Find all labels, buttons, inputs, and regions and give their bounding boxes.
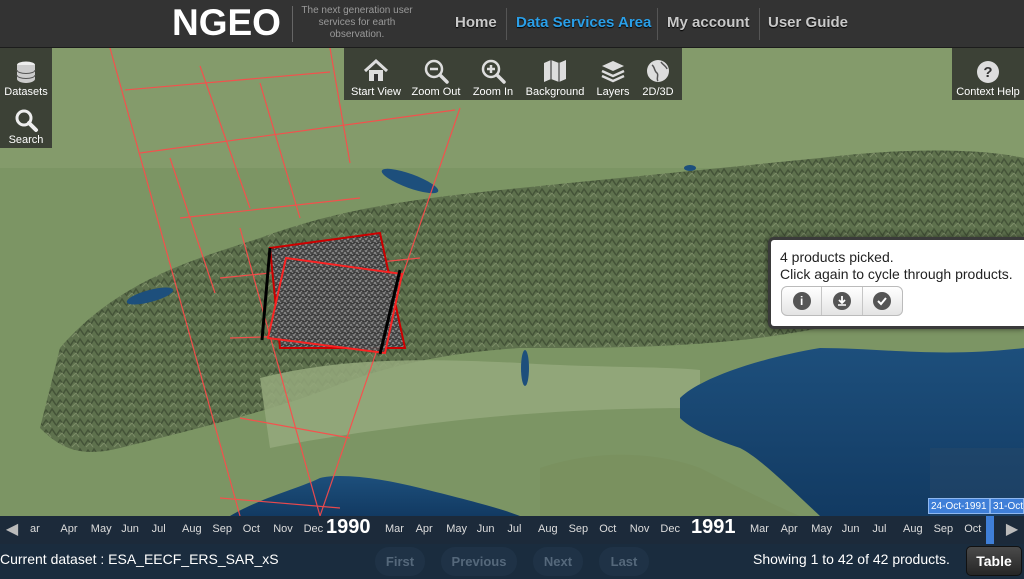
timeline-month-label: Jun xyxy=(476,523,495,535)
status-footer: Current dataset : ESA_EECF_ERS_SAR_xS Fi… xyxy=(0,544,1024,579)
background-label: Background xyxy=(525,86,585,98)
app-tagline: The next generation user services for ea… xyxy=(301,5,413,40)
layers-label: Layers xyxy=(596,86,630,98)
info-icon: i xyxy=(792,292,811,310)
popup-message-count: 4 products picked. xyxy=(780,249,894,265)
product-info-button[interactable]: i xyxy=(782,287,823,315)
timeline-year-1991: 1991 xyxy=(691,516,736,538)
pager-last-button[interactable]: Last xyxy=(599,547,649,576)
products-picked-popup: 4 products picked. Click again to cycle … xyxy=(768,237,1024,329)
timeline-month-label: Mar xyxy=(385,523,404,535)
layers-button[interactable]: Layers xyxy=(592,48,634,100)
search-button[interactable]: Search xyxy=(0,100,52,148)
2d-3d-label: 2D/3D xyxy=(642,86,674,98)
timeline-month-label: Apr xyxy=(60,523,78,535)
timeline-month-label: Aug xyxy=(182,523,202,535)
timeline-month-label: Aug xyxy=(538,523,558,535)
zoom-in-label: Zoom In xyxy=(472,86,514,98)
timeline-month-label: Mar xyxy=(750,523,769,535)
zoom-out-label: Zoom Out xyxy=(411,86,461,98)
context-help-label: Context Help xyxy=(956,86,1020,98)
home-icon xyxy=(363,58,389,81)
timeline-month-label: May xyxy=(811,523,832,535)
timeline-month-label: Oct xyxy=(964,523,982,535)
timeline-month-label: Jun xyxy=(841,523,860,535)
timeline-month-label: Oct xyxy=(599,523,617,535)
timeline-month-label: Sep xyxy=(212,523,232,535)
product-download-button[interactable] xyxy=(822,287,863,315)
timeline-month-label: Sep xyxy=(933,523,954,535)
layers-icon xyxy=(601,61,625,83)
timeline-month-label: Jul xyxy=(872,523,887,535)
search-label: Search xyxy=(8,134,44,146)
database-icon xyxy=(16,61,36,83)
lake-small xyxy=(684,165,696,171)
nav-divider xyxy=(657,8,658,40)
timeline-selection[interactable] xyxy=(986,516,994,544)
timeline-month-label: Apr xyxy=(780,523,798,535)
zoom-in-button[interactable]: Zoom In xyxy=(470,48,516,100)
timeline-month-label: Nov xyxy=(273,523,293,535)
nav-divider xyxy=(759,8,760,40)
pager-next-button[interactable]: Next xyxy=(533,547,583,576)
context-help-button[interactable]: ? Context Help xyxy=(952,48,1024,100)
logo-divider xyxy=(292,6,293,42)
top-header: NGEO The next generation user services f… xyxy=(0,0,1024,48)
globe-icon xyxy=(647,60,669,82)
datasets-label: Datasets xyxy=(4,86,48,98)
timeline-month-label: Aug xyxy=(903,523,923,535)
timeline-month-label: Oct xyxy=(242,523,260,535)
start-view-button[interactable]: Start View xyxy=(350,48,402,100)
svg-text:?: ? xyxy=(983,64,992,81)
timeline-next-arrow[interactable]: ▶ xyxy=(1002,521,1022,539)
timeline-month-label: May xyxy=(446,523,467,535)
timeline-month-label: Jul xyxy=(151,523,166,535)
help-icon: ? xyxy=(977,61,999,83)
map-icon xyxy=(544,60,566,82)
product-select-button[interactable] xyxy=(863,287,902,315)
lake-garda xyxy=(521,350,529,386)
zoom-out-button[interactable]: Zoom Out xyxy=(410,48,462,100)
zoom-in-icon xyxy=(481,59,506,84)
table-button[interactable]: Table xyxy=(966,546,1022,576)
search-icon xyxy=(15,109,38,132)
timeline-year-1990: 1990 xyxy=(326,516,371,538)
time-range-end[interactable]: 31-Oct xyxy=(990,498,1024,514)
check-icon xyxy=(873,292,892,310)
timeline-month-label: May xyxy=(90,523,112,535)
timeline-month-label: Sep xyxy=(568,523,589,535)
popup-message-hint: Click again to cycle through products. xyxy=(780,266,1013,282)
app-logo[interactable]: NGEO xyxy=(172,2,281,44)
timeline-month-label: ar xyxy=(30,523,40,535)
time-range-start[interactable]: 24-Oct-1991 xyxy=(928,498,990,514)
pager-previous-button[interactable]: Previous xyxy=(441,547,517,576)
background-button[interactable]: Background xyxy=(522,48,588,100)
datasets-button[interactable]: Datasets xyxy=(0,48,52,100)
nav-user-guide[interactable]: User Guide xyxy=(768,14,848,31)
start-view-label: Start View xyxy=(351,86,401,98)
popup-button-group: i xyxy=(781,286,903,316)
timeline-bar[interactable]: ◀ ▶ ar Apr May Jun Jul Aug Sep Oct Nov Dec 1990 M… xyxy=(0,516,1024,544)
download-icon xyxy=(832,292,851,310)
timeline-prev-arrow[interactable]: ◀ xyxy=(2,521,22,539)
map-toolbar: Start View Zoom Out Zoom In Background L… xyxy=(344,48,682,100)
nav-my-account[interactable]: My account xyxy=(667,14,750,31)
nav-home[interactable]: Home xyxy=(455,14,497,31)
2d-3d-button[interactable]: 2D/3D xyxy=(638,48,678,100)
pager-first-button[interactable]: First xyxy=(375,547,425,576)
zoom-out-icon xyxy=(424,59,449,84)
timeline-month-label: Dec xyxy=(303,523,324,535)
nav-divider xyxy=(506,8,507,40)
timeline-month-label: Dec xyxy=(660,523,680,535)
timeline-month-label: Jun xyxy=(121,523,139,535)
selected-product[interactable] xyxy=(260,231,407,355)
nav-data-services-area[interactable]: Data Services Area xyxy=(516,14,651,31)
timeline-month-label: Nov xyxy=(629,523,650,535)
timeline-month-label: Jul xyxy=(507,523,522,535)
current-dataset: Current dataset : ESA_EECF_ERS_SAR_xS xyxy=(0,551,279,567)
timeline-month-label: Apr xyxy=(415,523,433,535)
results-count: Showing 1 to 42 of 42 products. xyxy=(753,551,950,567)
